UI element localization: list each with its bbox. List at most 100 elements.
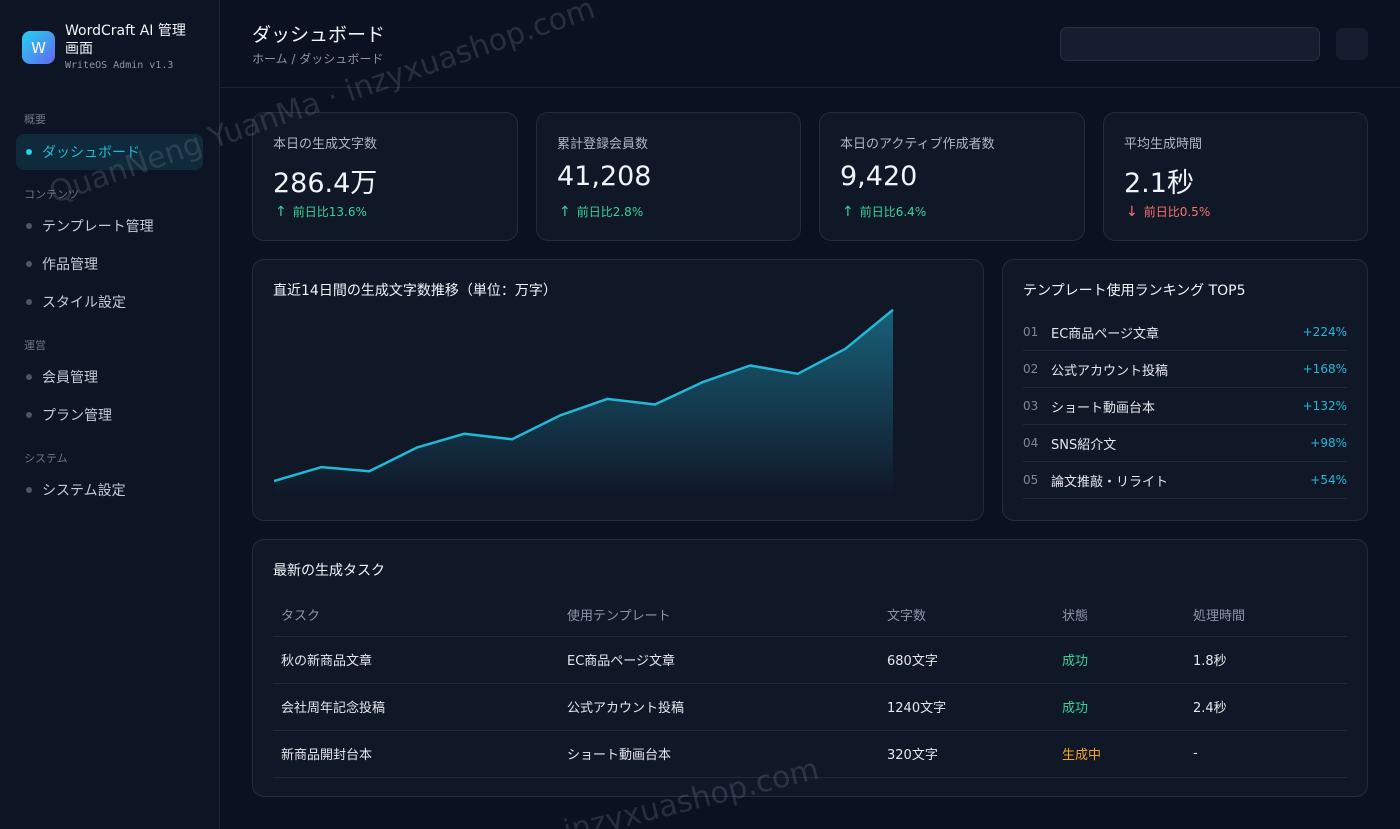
rank-name: EC商品ページ文章 — [1051, 326, 1160, 342]
table-row[interactable]: 秋の新商品文章 EC商品ページ文章 680文字 成功 1.8秒 — [273, 636, 1347, 684]
arrow-down-icon: ↓ — [1126, 203, 1138, 220]
rank-delta: +168% — [1302, 362, 1347, 376]
stat-change-text: 前日比2.8% — [576, 205, 644, 219]
stat-value: 286.4万 — [273, 168, 378, 199]
stat-change-text: 前日比13.6% — [292, 205, 367, 219]
nav-section-content: コンテンツ — [24, 188, 79, 201]
nav-section-system: システム — [24, 452, 68, 465]
bullet-icon — [26, 223, 32, 229]
sidebar-item-works[interactable]: 作品管理 — [16, 246, 203, 282]
stat-change: ↑ 前日比6.4% — [842, 203, 926, 220]
bullet-icon — [26, 374, 32, 380]
tasks-title: 最新の生成タスク — [273, 563, 385, 579]
stat-change: ↑ 前日比2.8% — [559, 203, 643, 220]
stat-label: 本日の生成文字数 — [273, 137, 378, 152]
ranking-card: テンプレート使用ランキング TOP5 01 EC商品ページ文章 +224% 02… — [1002, 259, 1368, 521]
stat-change-text: 前日比6.4% — [859, 205, 927, 219]
stat-label: 累計登録会員数 — [557, 137, 649, 152]
rank-delta: +54% — [1310, 473, 1347, 487]
rank-number: 05 — [1023, 473, 1039, 487]
bullet-icon — [26, 487, 32, 493]
rank-number: 04 — [1023, 436, 1039, 450]
sidebar-item-styles[interactable]: スタイル設定 — [16, 284, 203, 320]
trend-chart-card: 直近14日間の生成文字数推移（単位：万字） — [252, 259, 984, 521]
search-input[interactable] — [1060, 27, 1320, 61]
rank-number: 01 — [1023, 325, 1039, 339]
stat-value: 41,208 — [557, 161, 652, 192]
task-template: 公式アカウント投稿 — [559, 683, 879, 731]
task-name: 秋の新商品文章 — [273, 636, 559, 684]
ranking-list: 01 EC商品ページ文章 +224% 02 公式アカウント投稿 +168% 03… — [1023, 314, 1347, 499]
sidebar-item-label: スタイル設定 — [42, 295, 126, 311]
sidebar-item-label: テンプレート管理 — [42, 219, 154, 235]
rank-name: ショート動画台本 — [1051, 400, 1156, 416]
task-time: 2.4秒 — [1185, 683, 1347, 731]
stat-card-avg-time: 平均生成時間 2.1秒 ↓ 前日比0.5% — [1103, 112, 1368, 241]
sidebar-item-dashboard[interactable]: ダッシュボード — [16, 134, 203, 170]
task-name: 会社周年記念投稿 — [273, 683, 559, 731]
rank-number: 02 — [1023, 362, 1039, 376]
task-template: ショート動画台本 — [559, 730, 879, 778]
sidebar-item-label: プラン管理 — [42, 408, 112, 424]
sidebar-item-system-settings[interactable]: システム設定 — [16, 472, 203, 508]
status-badge: 成功 — [1054, 636, 1185, 684]
stat-card-active-creators: 本日のアクティブ作成者数 9,420 ↑ 前日比6.4% — [819, 112, 1085, 241]
sidebar-item-label: ダッシュボード — [42, 145, 140, 161]
table-row[interactable]: 新商品開封台本 ショート動画台本 320文字 生成中 - — [273, 730, 1347, 778]
column-header-chars: 文字数 — [879, 594, 1054, 637]
task-name: 新商品開封台本 — [273, 730, 559, 778]
status-badge: 成功 — [1054, 683, 1185, 731]
list-item[interactable]: 05 論文推敲・リライト +54% — [1023, 462, 1347, 499]
arrow-up-icon: ↑ — [842, 203, 854, 220]
sidebar: W WordCraft AI 管理画面 WriteOS Admin v1.3 概… — [0, 0, 220, 829]
column-header-time: 処理時間 — [1185, 594, 1347, 637]
stat-card-total-members: 累計登録会員数 41,208 ↑ 前日比2.8% — [536, 112, 801, 241]
stat-label: 平均生成時間 — [1124, 137, 1203, 152]
column-header-task: タスク — [273, 594, 559, 637]
list-item[interactable]: 02 公式アカウント投稿 +168% — [1023, 351, 1347, 388]
rank-delta: +98% — [1310, 436, 1347, 450]
task-chars: 320文字 — [879, 730, 1054, 778]
rank-delta: +132% — [1302, 399, 1347, 413]
bullet-icon — [26, 412, 32, 418]
bullet-icon — [26, 261, 32, 267]
stat-label: 本日のアクティブ作成者数 — [840, 137, 995, 152]
table-header-row: タスク 使用テンプレート 文字数 状態 処理時間 — [273, 594, 1347, 637]
stat-change: ↓ 前日比0.5% — [1126, 203, 1210, 220]
trend-area — [274, 309, 893, 495]
list-item[interactable]: 03 ショート動画台本 +132% — [1023, 388, 1347, 425]
active-dot-icon — [26, 149, 32, 155]
status-badge: 生成中 — [1054, 730, 1185, 778]
list-item[interactable]: 01 EC商品ページ文章 +224% — [1023, 314, 1347, 351]
rank-name: SNS紹介文 — [1051, 437, 1117, 453]
sidebar-item-members[interactable]: 会員管理 — [16, 359, 203, 395]
column-header-template: 使用テンプレート — [559, 594, 879, 637]
arrow-up-icon: ↑ — [559, 203, 571, 220]
app-subtitle: WriteOS Admin v1.3 — [65, 60, 174, 71]
rank-number: 03 — [1023, 399, 1039, 413]
sidebar-item-label: システム設定 — [42, 483, 126, 499]
sidebar-item-templates[interactable]: テンプレート管理 — [16, 208, 203, 244]
tasks-card: 最新の生成タスク タスク 使用テンプレート 文字数 状態 処理時間 秋の新商品文… — [252, 539, 1368, 797]
column-header-status: 状態 — [1054, 594, 1185, 637]
rank-delta: +224% — [1302, 325, 1347, 339]
rank-name: 論文推敲・リライト — [1051, 474, 1169, 490]
list-item[interactable]: 04 SNS紹介文 +98% — [1023, 425, 1347, 462]
sidebar-item-label: 作品管理 — [42, 257, 98, 273]
bullet-icon — [26, 299, 32, 305]
trend-chart — [273, 308, 894, 495]
header: ダッシュボード ホーム / ダッシュボード — [220, 0, 1400, 88]
tasks-table: タスク 使用テンプレート 文字数 状態 処理時間 秋の新商品文章 EC商品ページ… — [273, 594, 1347, 778]
page-title: ダッシュボード — [252, 24, 386, 46]
stat-change-text: 前日比0.5% — [1143, 205, 1211, 219]
stat-change: ↑ 前日比13.6% — [275, 203, 367, 220]
sidebar-item-plans[interactable]: プラン管理 — [16, 397, 203, 433]
task-template: EC商品ページ文章 — [559, 636, 879, 684]
breadcrumb[interactable]: ホーム / ダッシュボード — [252, 50, 383, 67]
table-row[interactable]: 会社周年記念投稿 公式アカウント投稿 1240文字 成功 2.4秒 — [273, 683, 1347, 731]
header-action-button[interactable] — [1336, 28, 1368, 60]
rank-name: 公式アカウント投稿 — [1051, 363, 1169, 379]
app-logo: W — [22, 31, 55, 64]
task-chars: 680文字 — [879, 636, 1054, 684]
ranking-title: テンプレート使用ランキング TOP5 — [1023, 283, 1246, 299]
